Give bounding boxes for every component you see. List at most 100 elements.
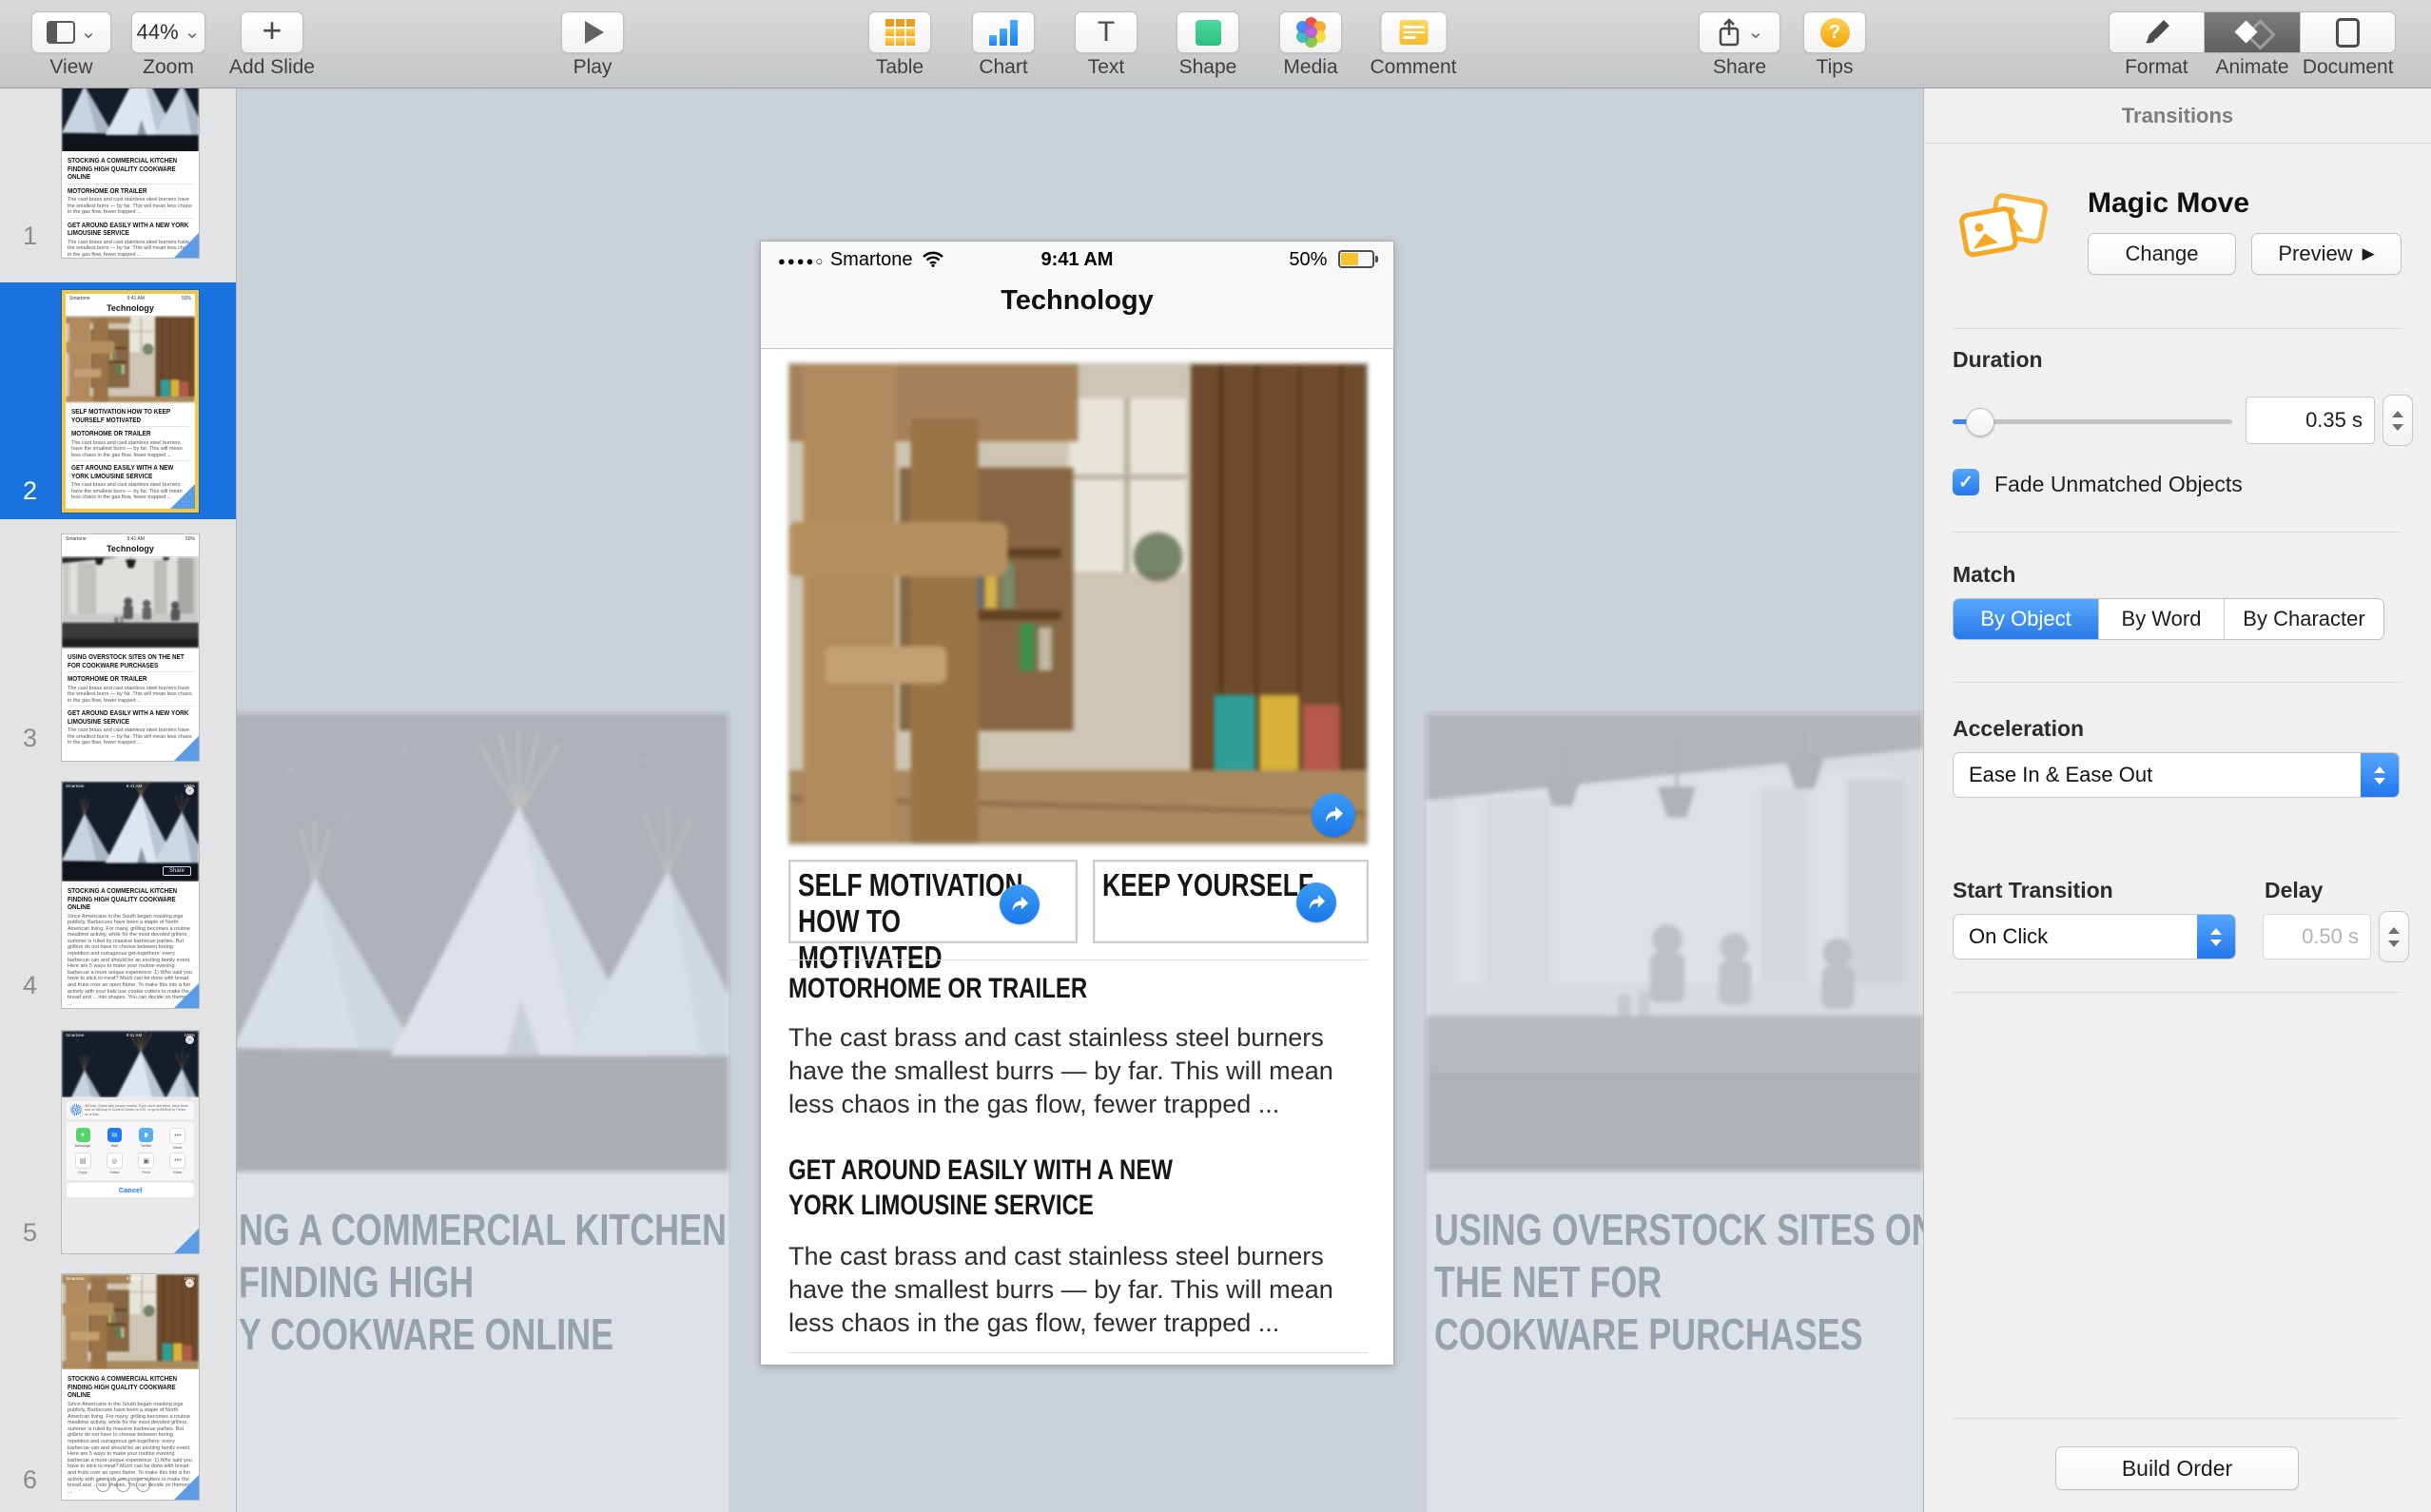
delay-stepper[interactable] — [2379, 911, 2409, 962]
keynote-window: ⌄ View 44% ⌄ Zoom + Add Slide Play — [0, 0, 2431, 1512]
transition-corner-badge — [174, 983, 199, 1008]
play-button[interactable] — [561, 11, 624, 53]
text-button[interactable]: T — [1075, 11, 1138, 53]
app-label: Message — [75, 1143, 90, 1148]
divider — [1953, 532, 2402, 533]
headline-textbox-left[interactable]: SELF MOTIVATION HOW TO MOTIVATED — [788, 860, 1078, 943]
thumb-body: The cast brass and cast stainless steel … — [68, 197, 193, 216]
zoom-label: Zoom — [143, 56, 194, 79]
thumb-time: 9:41 AM — [127, 296, 145, 301]
chevron-down-icon: ⌄ — [81, 28, 97, 37]
text-icon: T — [1098, 16, 1115, 48]
thumb-headline: STOCKING A COMMERCIAL KITCHEN FINDING HI… — [68, 887, 193, 912]
view-button[interactable]: ⌄ — [31, 11, 111, 53]
bookstore-photo[interactable] — [788, 362, 1369, 845]
collapse-icon: ⌄ — [185, 1279, 194, 1288]
shape-label: Shape — [1179, 56, 1237, 79]
animate-label: Animate — [2205, 56, 2301, 79]
comment-button[interactable] — [1380, 11, 1447, 53]
thumb-headline: STOCKING A COMMERCIAL KITCHEN FINDING HI… — [68, 1375, 193, 1400]
thumb-nav-title: Technology — [62, 543, 199, 557]
slide-thumbnail-6[interactable]: Smartone 9:41 AM 100% ⌄ STOCKING A COMME… — [62, 1274, 199, 1500]
thumb-time: 9:41 AM — [126, 1033, 143, 1037]
text-button-group: T Text — [1075, 11, 1138, 79]
divider — [788, 1352, 1368, 1353]
table-button[interactable] — [868, 11, 931, 53]
panel-switcher: Format Animate Document — [2109, 11, 2396, 79]
article-body: The cast brass and cast stainless steel … — [788, 1021, 1359, 1121]
preview-button[interactable]: Preview ▶ — [2251, 233, 2402, 275]
change-button[interactable]: Change — [2088, 233, 2236, 275]
fade-unmatched-label: Fade Unmatched Objects — [1994, 472, 2243, 497]
share-button[interactable]: ⌄ — [1699, 11, 1780, 53]
delay-value-field[interactable]: 0.50 s — [2263, 914, 2371, 960]
tips-button[interactable]: ? — [1803, 11, 1866, 53]
twitter-icon: ❥ — [139, 1128, 153, 1142]
table-label: Table — [876, 56, 924, 79]
phone-header: ●●●●○ Smartone 9:41 AM 50% Technology — [761, 242, 1393, 349]
thumb-headline: MOTORHOME OR TRAILER — [68, 675, 193, 684]
mail-icon: ✉ — [107, 1128, 122, 1142]
teepee-photo — [62, 1031, 199, 1097]
media-button[interactable] — [1279, 11, 1342, 53]
zoom-value: 44% — [137, 20, 179, 45]
play-button-group: Play — [561, 11, 624, 79]
duration-value-field[interactable]: 0.35 s — [2246, 397, 2375, 444]
duration-slider-knob[interactable] — [1966, 408, 1994, 436]
chart-button-group: Chart — [972, 11, 1035, 79]
play-small-icon: ▶ — [2363, 244, 2375, 263]
format-label: Format — [2109, 56, 2205, 79]
chart-button[interactable] — [972, 11, 1035, 53]
match-by-character[interactable]: By Character — [2225, 599, 2383, 639]
play-icon — [585, 21, 604, 44]
document-tab[interactable] — [2301, 12, 2395, 52]
forward-arrow-icon — [1009, 895, 1030, 914]
divider — [1953, 328, 2402, 329]
build-order-button[interactable]: Build Order — [2055, 1446, 2299, 1490]
duration-slider-track[interactable] — [1953, 419, 2232, 424]
media-label: Media — [1283, 56, 1337, 79]
thumb-share-button: Share — [163, 866, 191, 876]
start-transition-select[interactable]: On Click — [1953, 914, 2236, 960]
animate-tab[interactable] — [2205, 12, 2300, 52]
animate-diamond-icon — [2236, 18, 2268, 47]
acceleration-select[interactable]: Ease In & Ease Out — [1953, 752, 2400, 798]
slide-number-1: 1 — [23, 222, 37, 251]
chevron-down-icon: ⌄ — [185, 28, 201, 37]
match-by-object[interactable]: By Object — [1954, 599, 2099, 639]
thumb-nav-title: Technology — [66, 302, 195, 317]
forward-arrow-icon — [1306, 893, 1327, 912]
table-icon — [885, 19, 915, 46]
status-right: 50% — [1289, 249, 1374, 271]
slide-canvas[interactable]: NG A COMMERCIAL KITCHEN FINDING HIGH Y C… — [237, 88, 1923, 1512]
slide-thumbnail-5[interactable]: Smartone 9:41 AM 100% ⌄ AirDrop. Share w… — [62, 1031, 199, 1253]
ghost-slide-left: NG A COMMERCIAL KITCHEN FINDING HIGH Y C… — [237, 713, 729, 1512]
slide-thumbnail-3[interactable]: Smartone 9:41 AM 50% Technology USING OV… — [62, 534, 199, 761]
shape-button[interactable] — [1177, 11, 1239, 53]
headline-textbox-right[interactable]: KEEP YOURSELF — [1093, 860, 1369, 943]
share-icon — [1716, 17, 1742, 48]
share-arrow-button[interactable] — [1000, 884, 1040, 924]
slide-thumbnail-4[interactable]: Smartone 9:41 AM 100% ⌄ Share STOCKING A… — [62, 782, 199, 1008]
zoom-button[interactable]: 44% ⌄ — [131, 11, 205, 53]
safari-icon: ◎ — [107, 1153, 123, 1169]
slide-phone-mockup[interactable]: ●●●●○ Smartone 9:41 AM 50% Technology — [760, 241, 1394, 1366]
match-by-word[interactable]: By Word — [2099, 599, 2225, 639]
thumb-headline: STOCKING A COMMERCIAL KITCHEN FINDING HI… — [68, 157, 193, 182]
restaurant-photo-faded — [1427, 713, 1923, 1172]
slide-navigator: STOCKING A COMMERCIAL KITCHEN FINDING HI… — [0, 88, 237, 1512]
slide-number-2: 2 — [23, 476, 37, 506]
app-label: Mail — [111, 1143, 118, 1148]
slide-thumbnail-2-selected[interactable]: Smartone 9:41 AM 50% Technology SELF MOT… — [62, 290, 199, 513]
duration-stepper[interactable] — [2382, 395, 2413, 446]
slide-thumbnail-1[interactable]: STOCKING A COMMERCIAL KITCHEN FINDING HI… — [62, 88, 199, 258]
add-slide-button[interactable]: + — [241, 11, 303, 53]
battery-icon — [1338, 250, 1374, 268]
thumb-battery: 50% — [185, 536, 195, 542]
share-arrow-button[interactable] — [1296, 882, 1336, 922]
share-arrow-button[interactable] — [1312, 793, 1355, 837]
ghost-headline-line: USING OVERSTOCK SITES ON THE NET FOR — [1434, 1204, 1923, 1308]
format-tab[interactable] — [2110, 12, 2205, 52]
fade-unmatched-checkbox[interactable]: ✓ — [1953, 469, 1979, 495]
comment-icon — [1399, 20, 1428, 45]
